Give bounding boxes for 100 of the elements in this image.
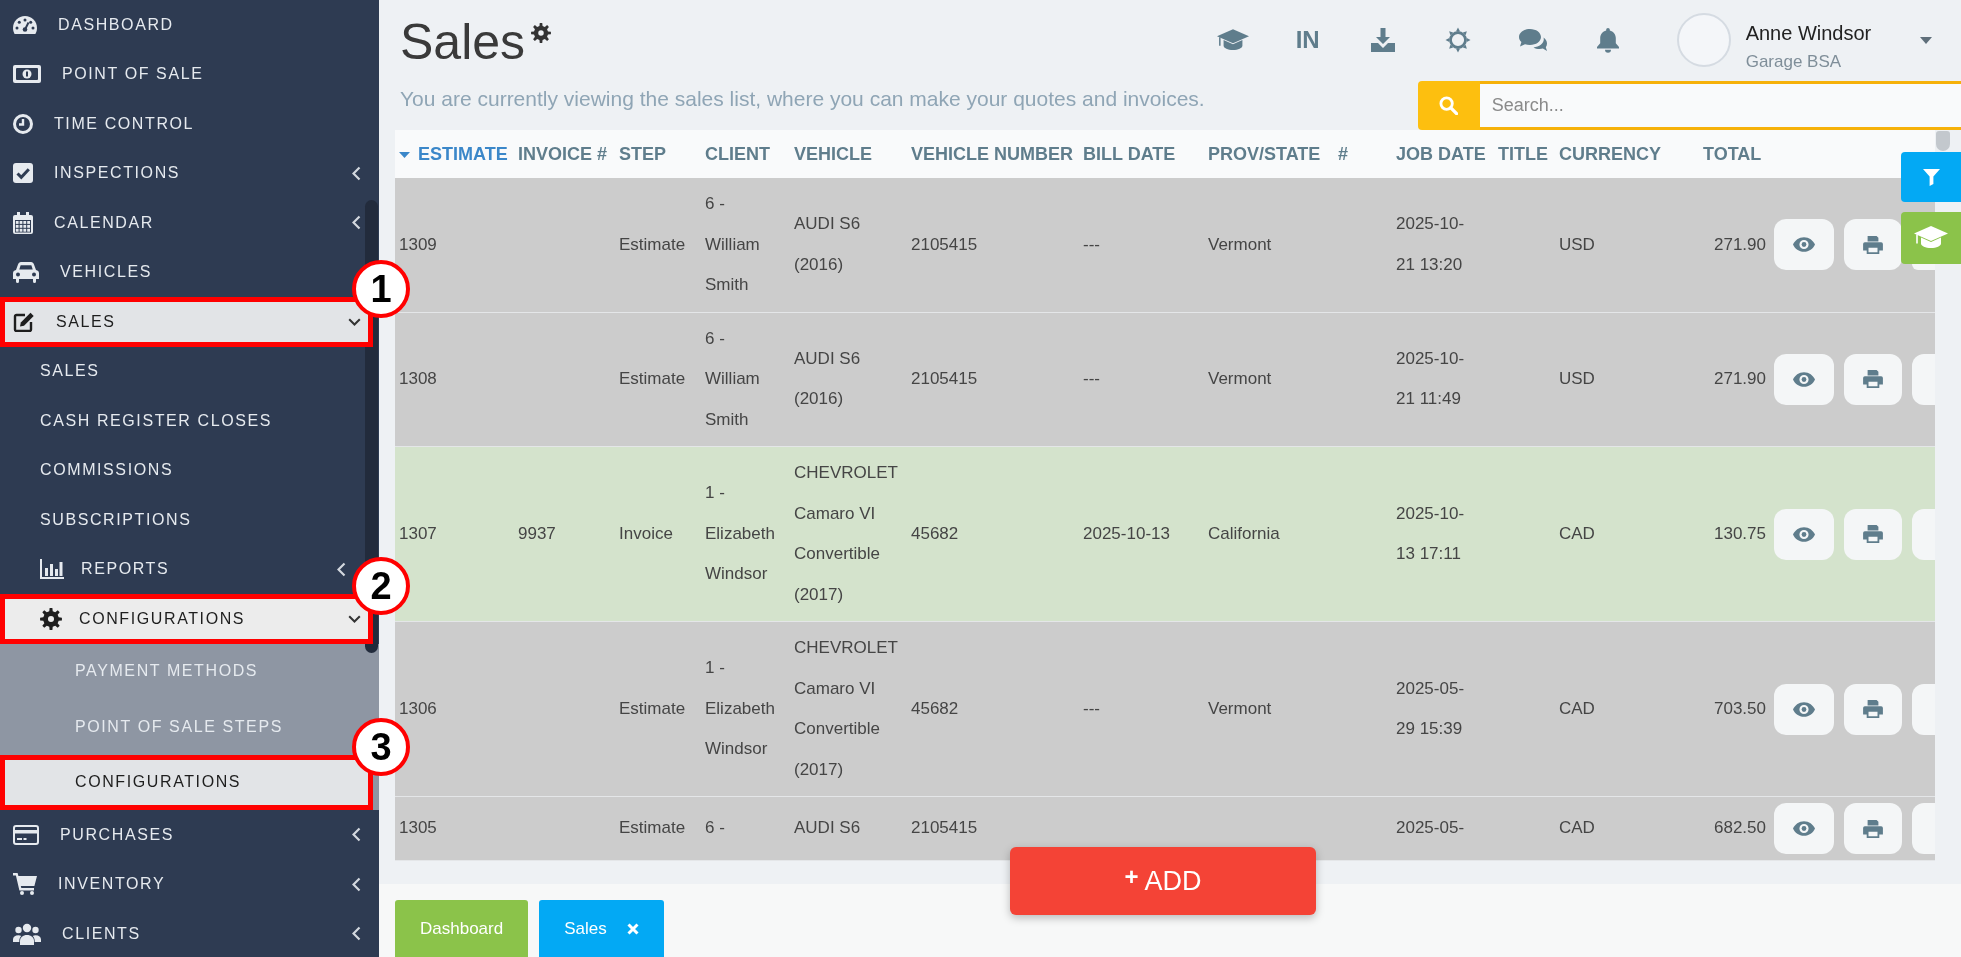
sidebar-item[interactable]: INVENTORY bbox=[0, 859, 364, 909]
tutorial-button[interactable] bbox=[1901, 212, 1961, 264]
sidebar-item[interactable]: PAYMENT METHODS bbox=[0, 643, 348, 699]
table-cell: AUDI S6 (2016) bbox=[790, 178, 907, 312]
sidebar-item[interactable]: CONFIGURATIONS bbox=[0, 594, 373, 644]
column-header[interactable]: # bbox=[1334, 130, 1392, 178]
table-cell: CAD bbox=[1555, 621, 1699, 797]
table-cell: 6 - bbox=[701, 796, 790, 861]
table-cell: 1 - Elizabeth Windsor bbox=[701, 446, 790, 622]
sidebar-item[interactable]: COMMISSIONS bbox=[0, 445, 348, 495]
calendar-icon bbox=[13, 211, 33, 234]
table-cell: --- bbox=[1079, 178, 1204, 312]
sidebar-item[interactable]: CASH REGISTER CLOSES bbox=[0, 396, 348, 446]
table-cell: 2105415 bbox=[907, 178, 1079, 312]
comments-icon bbox=[1518, 29, 1547, 51]
table-cell: CHEVROLET Camaro VI Convertible (2017) bbox=[790, 446, 907, 622]
print-button[interactable] bbox=[1844, 803, 1902, 854]
table-cell: 2025-10-21 13:20 bbox=[1392, 178, 1494, 312]
table-cell: 6 - William Smith bbox=[701, 178, 790, 312]
user-company: Garage BSA bbox=[1745, 51, 1843, 73]
scrollbar-thumb[interactable] bbox=[1936, 131, 1950, 151]
table-cell: 2025-10-13 17:11 bbox=[1392, 446, 1494, 622]
filter-button[interactable] bbox=[1901, 152, 1961, 202]
printer-icon bbox=[1863, 235, 1883, 254]
column-header[interactable]: STEP bbox=[615, 130, 701, 178]
sidebar-item[interactable]: REPORTS bbox=[0, 544, 349, 594]
table-cell: Vermont bbox=[1204, 621, 1334, 797]
car-icon bbox=[13, 261, 39, 283]
table-cell: 1306 bbox=[395, 621, 514, 797]
view-button[interactable] bbox=[1774, 803, 1834, 854]
sidebar-item[interactable]: POINT OF SALE bbox=[0, 49, 348, 99]
sidebar-item[interactable]: SALES bbox=[0, 297, 373, 347]
table-cell: 2025-10-21 11:49 bbox=[1392, 312, 1494, 447]
sidebar-item[interactable]: CONFIGURATIONS bbox=[0, 754, 373, 810]
download-icon bbox=[1370, 28, 1395, 52]
table-cell: CAD bbox=[1555, 446, 1699, 622]
user-name[interactable]: Anne Windsor bbox=[1745, 20, 1906, 46]
print-button[interactable] bbox=[1844, 353, 1902, 405]
print-button[interactable] bbox=[1844, 219, 1902, 271]
table-cell: --- bbox=[1079, 621, 1204, 797]
column-header[interactable]: PROV/STATE bbox=[1204, 130, 1334, 178]
table-cell: 45682 bbox=[907, 621, 1079, 797]
column-header[interactable]: BILL DATE bbox=[1079, 130, 1204, 178]
bell-icon bbox=[1596, 27, 1619, 53]
cart-icon bbox=[13, 873, 37, 896]
gear-icon[interactable] bbox=[531, 23, 552, 43]
clock-icon bbox=[13, 113, 33, 134]
gear-icon bbox=[40, 607, 62, 630]
column-header[interactable]: CURRENCY bbox=[1555, 130, 1699, 178]
sidebar-item[interactable]: CALENDAR bbox=[0, 198, 364, 248]
graduation-cap-icon bbox=[1216, 28, 1249, 52]
table-cell: 271.90 bbox=[1699, 178, 1770, 312]
search-field[interactable]: Search... bbox=[1479, 81, 1961, 130]
sidebar-item[interactable]: DASHBOARD bbox=[0, 0, 348, 50]
column-header[interactable]: TITLE bbox=[1494, 130, 1555, 178]
printer-icon bbox=[1863, 819, 1883, 838]
sidebar-item[interactable]: CLIENTS bbox=[0, 909, 364, 957]
sidebar-item[interactable]: SALES bbox=[0, 346, 348, 396]
column-header[interactable]: ESTIMATE bbox=[395, 130, 514, 178]
sidebar-item[interactable]: POINT OF SALE STEPS bbox=[0, 699, 349, 755]
table-cell: Estimate bbox=[615, 796, 701, 861]
sort-caret-icon bbox=[399, 151, 410, 158]
column-header[interactable]: CLIENT bbox=[701, 130, 790, 178]
sidebar-item[interactable]: PURCHASES bbox=[0, 810, 364, 860]
view-button[interactable] bbox=[1774, 219, 1834, 271]
eye-icon bbox=[1793, 371, 1815, 387]
page-tab[interactable]: Sales bbox=[539, 900, 664, 957]
sidebar-item[interactable]: VEHICLES bbox=[0, 247, 349, 297]
print-button[interactable] bbox=[1844, 683, 1902, 735]
sidebar-item[interactable]: INSPECTIONS bbox=[0, 148, 364, 198]
language-button[interactable]: IN bbox=[1279, 15, 1336, 65]
view-button[interactable] bbox=[1774, 683, 1834, 735]
table-cell: USD bbox=[1555, 312, 1699, 447]
table-cell: 1308 bbox=[395, 312, 514, 447]
column-header[interactable]: JOB DATE bbox=[1392, 130, 1494, 178]
table-cell: 2105415 bbox=[907, 312, 1079, 447]
print-button[interactable] bbox=[1844, 508, 1902, 560]
add-button[interactable]: $^{+}$ ADD bbox=[1010, 847, 1316, 915]
printer-icon bbox=[1863, 370, 1883, 389]
users-icon bbox=[13, 922, 41, 945]
search-icon bbox=[1439, 96, 1459, 115]
column-header[interactable]: TOTAL bbox=[1699, 130, 1770, 178]
table-cell: 2025-05-29 15:39 bbox=[1392, 621, 1494, 797]
column-header[interactable]: VEHICLE bbox=[790, 130, 907, 178]
table-cell: 9937 bbox=[514, 446, 615, 622]
caret-down-icon[interactable] bbox=[1919, 36, 1932, 44]
sidebar-item[interactable]: TIME CONTROL bbox=[0, 99, 348, 149]
page-subtitle: You are currently viewing the sales list, where you can make your quotes and invoices. bbox=[400, 86, 1205, 111]
view-button[interactable] bbox=[1774, 353, 1834, 405]
graduation-cap-icon bbox=[1914, 226, 1948, 250]
view-button[interactable] bbox=[1774, 508, 1834, 560]
edit-icon bbox=[13, 311, 35, 332]
column-header[interactable]: VEHICLE NUMBER bbox=[907, 130, 1079, 178]
eye-icon bbox=[1793, 526, 1815, 542]
table-cell: 130.75 bbox=[1699, 446, 1770, 622]
filter-icon bbox=[1922, 168, 1940, 186]
column-header[interactable]: INVOICE # bbox=[514, 130, 615, 178]
sidebar-item[interactable]: SUBSCRIPTIONS bbox=[0, 495, 348, 545]
page-tab[interactable]: Dashboard bbox=[395, 900, 529, 957]
table-cell: 45682 bbox=[907, 446, 1079, 622]
